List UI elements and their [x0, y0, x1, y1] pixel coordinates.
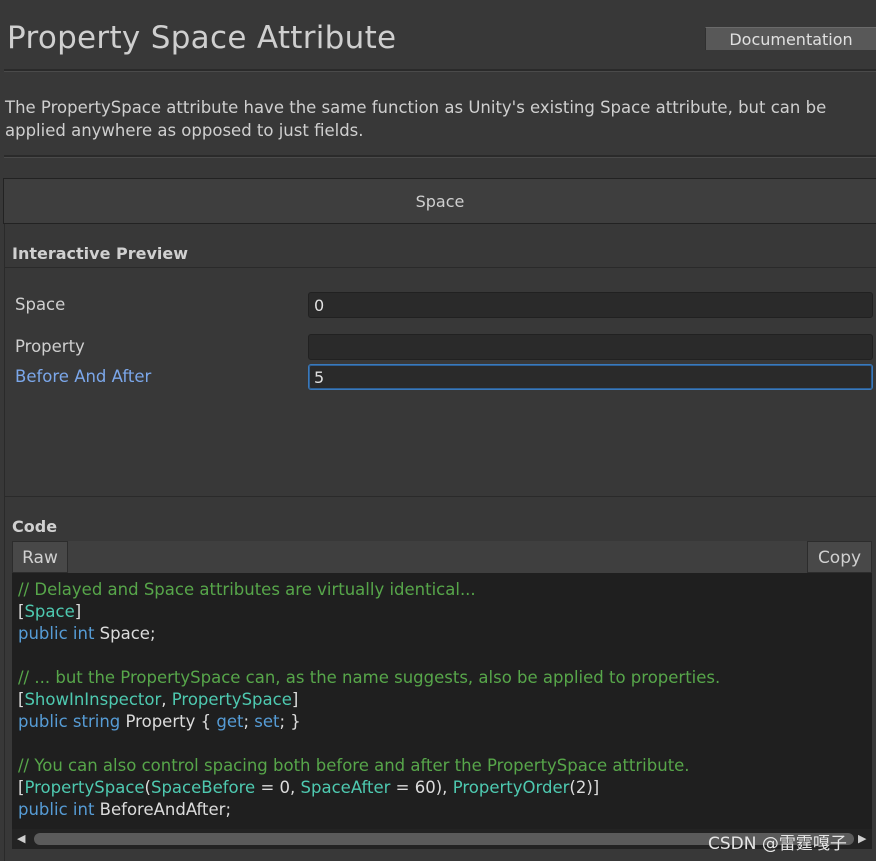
code-token: // ... but the PropertySpace can, as the… [18, 668, 721, 687]
space-label: Space [15, 295, 66, 314]
description-divider [4, 155, 876, 158]
interactive-preview-panel [4, 224, 876, 496]
code-token: PropertyOrder [452, 778, 570, 797]
code-line: public int BeforeAndAfter; [18, 800, 231, 819]
code-token: // Delayed and Space attributes are virt… [18, 580, 476, 599]
code-line: public string Property { get; set; } [18, 712, 301, 731]
code-token: public [18, 624, 68, 643]
code-token: PropertySpace [24, 778, 145, 797]
code-line: // You can also control spacing both bef… [18, 756, 690, 775]
code-block: // Delayed and Space attributes are virt… [12, 573, 872, 829]
code-token: ; } [279, 712, 301, 731]
scroll-right-arrow-icon[interactable]: ▶ [858, 832, 866, 845]
description-text: The PropertySpace attribute have the sam… [5, 98, 827, 140]
before-and-after-input[interactable] [308, 364, 873, 390]
code-token: ] [74, 602, 82, 621]
watermark: CSDN @雷霆嘎子 [708, 834, 847, 854]
header-divider [4, 69, 876, 72]
code-token: get [216, 712, 244, 731]
raw-button[interactable]: Raw [12, 541, 68, 573]
code-token: BeforeAndAfter; [94, 800, 232, 819]
code-heading: Code [12, 517, 58, 536]
code-line: [Space] [18, 602, 81, 621]
code-line: [ShowInInspector, PropertySpace] [18, 690, 298, 709]
code-line: public int Space; [18, 624, 156, 643]
code-token: public [18, 712, 68, 731]
space-input[interactable] [308, 292, 873, 318]
property-label: Property [15, 337, 85, 356]
code-toolbar: Raw Copy [12, 541, 872, 573]
code-token: set [254, 712, 280, 731]
property-input[interactable] [308, 334, 873, 360]
copy-button[interactable]: Copy [807, 541, 872, 573]
code-token: ; [243, 712, 255, 731]
code-token: Space [24, 602, 75, 621]
code-token: int [72, 624, 95, 643]
documentation-button[interactable]: Documentation [705, 27, 876, 50]
code-token: string [72, 712, 121, 731]
page-title: Property Space Attribute [7, 20, 397, 56]
scroll-left-arrow-icon[interactable]: ◀ [17, 832, 25, 845]
code-token: SpaceAfter [300, 778, 391, 797]
code-token: ShowInInspector [24, 690, 162, 709]
code-token: PropertySpace [171, 690, 292, 709]
code-token: (2)] [569, 778, 600, 797]
code-token: = 60), [390, 778, 453, 797]
code-line: [PropertySpace(SpaceBefore = 0, SpaceAft… [18, 778, 599, 797]
code-token: ] [291, 690, 299, 709]
tab-space[interactable]: Space [3, 178, 876, 224]
code-token: SpaceBefore [150, 778, 256, 797]
before-and-after-label: Before And After [15, 367, 152, 386]
code-line: // ... but the PropertySpace can, as the… [18, 668, 720, 687]
code-token: public [18, 800, 68, 819]
code-token: // You can also control spacing both bef… [18, 756, 690, 775]
code-line: // Delayed and Space attributes are virt… [18, 580, 476, 599]
code-token: = 0, [255, 778, 301, 797]
code-token: Property { [120, 712, 217, 731]
interactive-preview-heading: Interactive Preview [12, 244, 189, 263]
code-token: int [72, 800, 95, 819]
code-token: , [161, 690, 172, 709]
code-token: Space; [94, 624, 156, 643]
preview-divider [4, 267, 876, 268]
